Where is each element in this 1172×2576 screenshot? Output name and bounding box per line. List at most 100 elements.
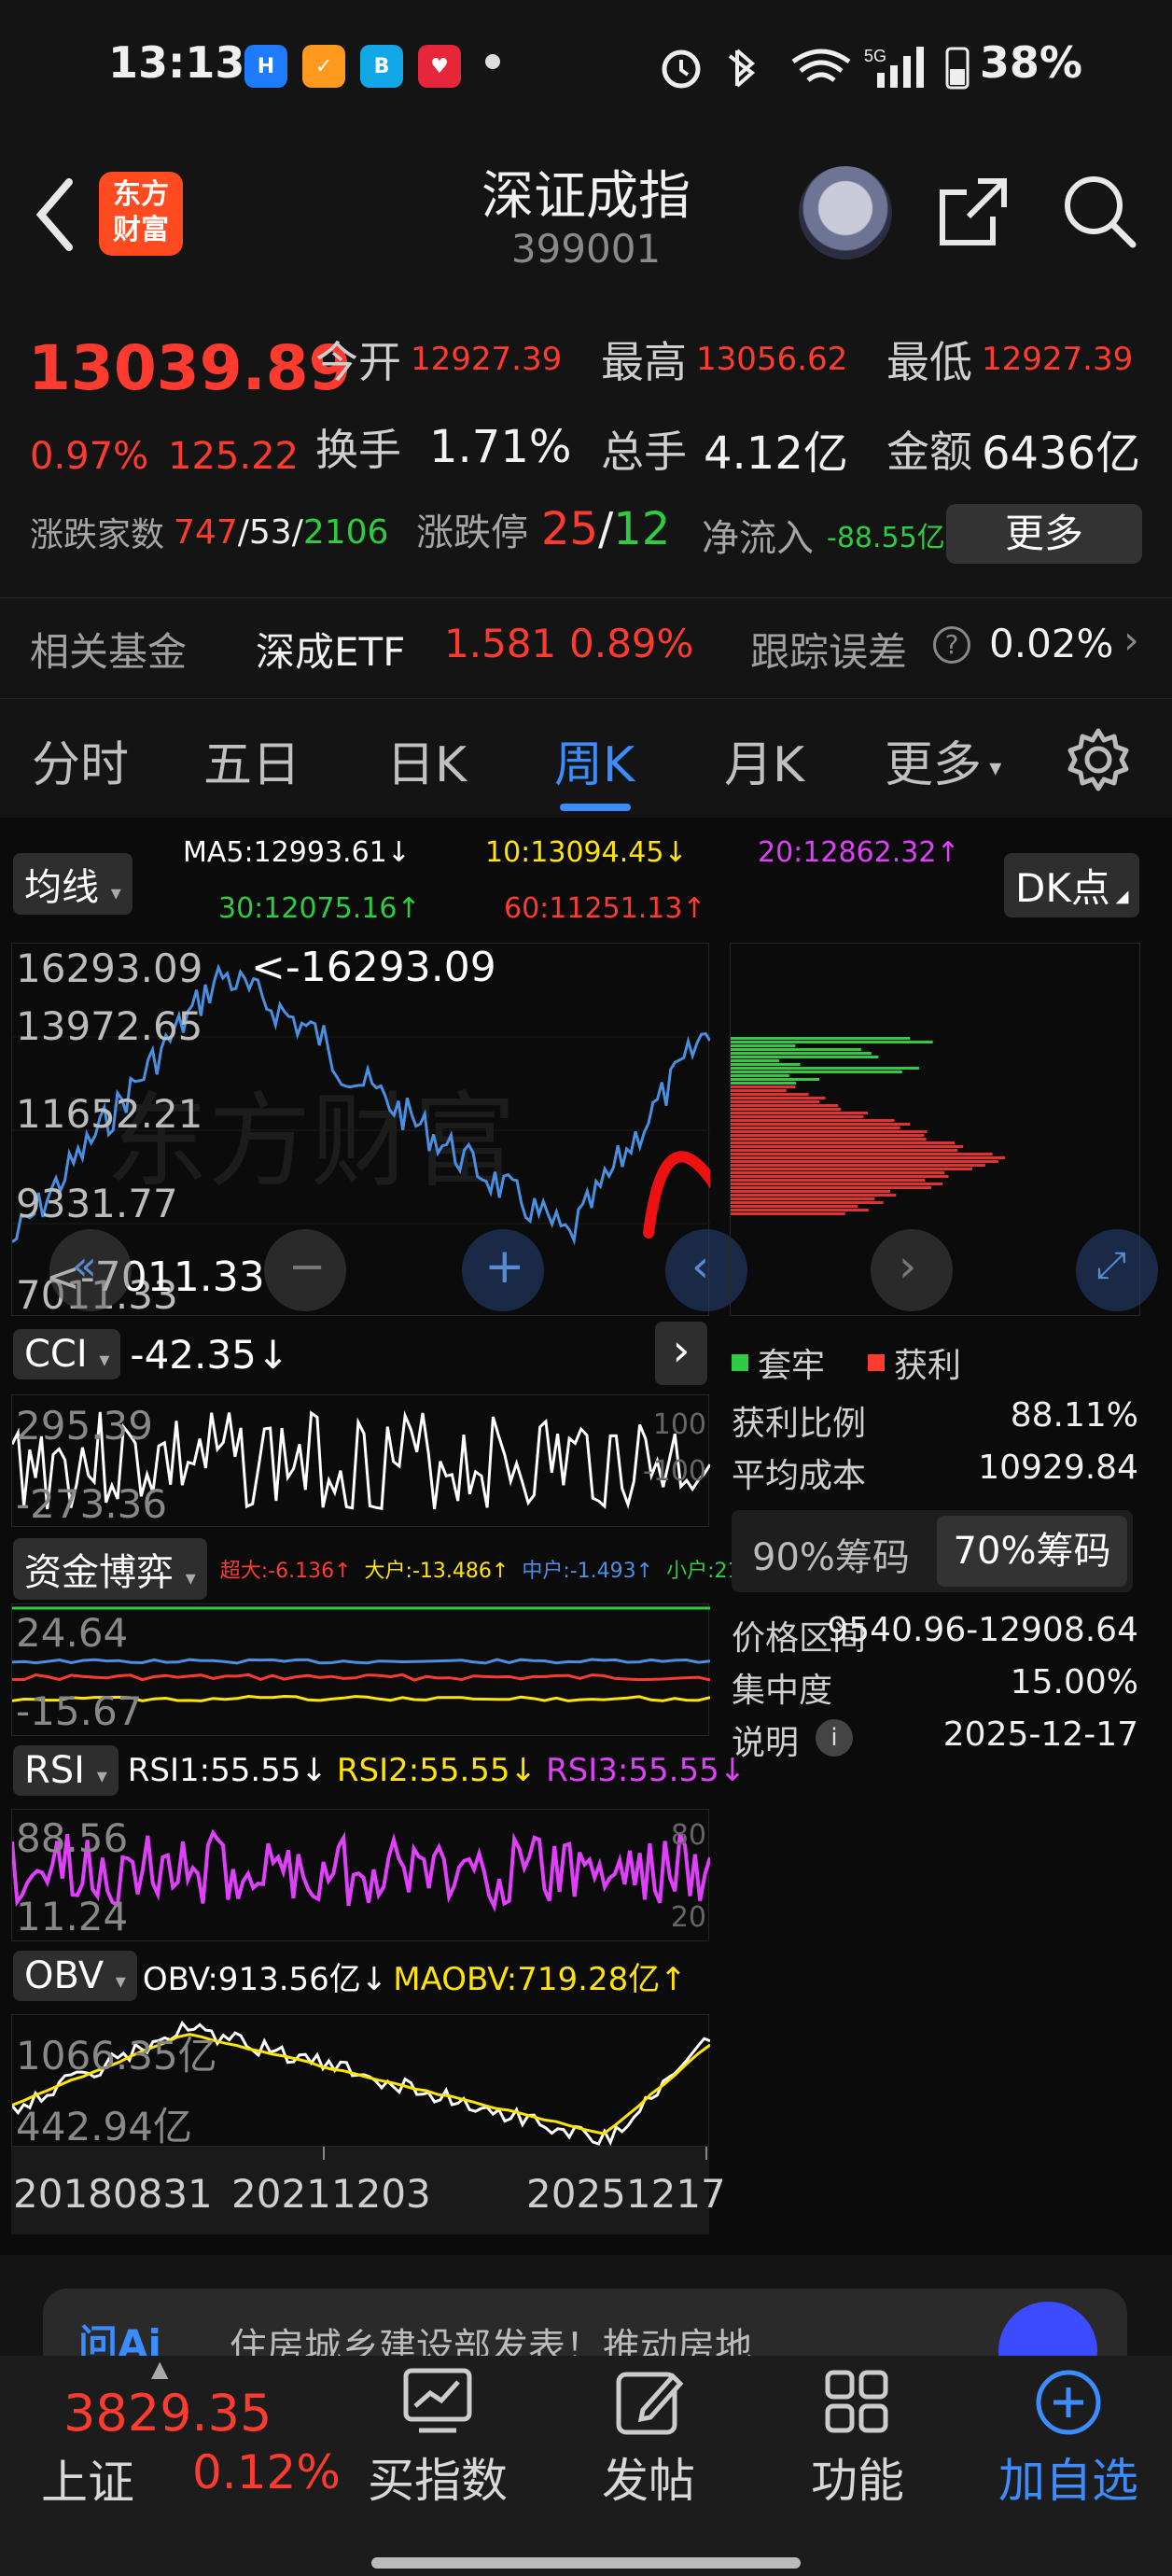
tab-weekly-k[interactable]: 周K [554,725,635,795]
fund-game-y-min: -15.67 [16,1688,143,1734]
x-label: 20180831 [13,2171,213,2217]
chip-bar [731,1212,845,1215]
breadth-label: 涨跌家数 [30,516,165,554]
chip-90-button[interactable]: 90%筹码 [752,1527,910,1581]
tab-monthly-k[interactable]: 月K [724,725,804,795]
chip-bar [731,1119,895,1122]
cci-selector[interactable]: CCI ▾ [13,1329,121,1379]
chip-bar [731,1056,879,1058]
status-time: 13:13 [108,37,245,88]
chip-bar [731,1041,933,1043]
collapse-caret-icon[interactable]: ▲ [151,2356,168,2382]
high-label: 最高 [601,337,687,387]
chart-zone: 均线 ▾ MA5:12993.61↓ 10:13094.45↓ 20:12862… [0,818,1172,2255]
tab-intraday[interactable]: 分时 [32,725,129,795]
chip-bar [731,1044,796,1047]
rsi-ref-lower: 20 [670,1901,706,1934]
chip-bar [731,1093,809,1096]
zoom-out-button[interactable]: − [264,1229,346,1311]
chip-bar [731,1127,900,1129]
chip-bar [731,1175,949,1178]
chip-next-button[interactable]: › [871,1229,953,1311]
share-icon[interactable] [937,175,1010,248]
nav-add-watchlist[interactable]: 加自选 [961,2356,1172,2511]
cci-ref-lower: -100 [642,1455,706,1488]
super-large-flow: 超大:-6.136↑ [219,1560,352,1583]
header: 东方 财富 深证成指 399001 [0,131,1172,294]
limit-down: 12 [613,503,671,555]
netflow-value: -88.55亿 [827,522,945,554]
grid-icon [825,2370,888,2433]
breadth-flat: 53 [248,512,292,552]
dk-label: DK点 [1015,865,1110,911]
turnover-value: 1.71% [429,421,572,473]
chip-bar [731,1115,864,1118]
ma30-value: 30:12075.16↑ [218,892,421,925]
chip-bar [731,1160,998,1163]
fund-price: 1.581 [444,621,557,666]
volume-label: 总手 [601,427,687,477]
ma10-value: 10:13094.45↓ [485,836,688,869]
volume-value: 4.12亿 [704,427,848,480]
search-icon[interactable] [1060,172,1138,250]
cci-chart: 295.39 -273.36 100 -100 [11,1394,710,1527]
chip-bar [731,1194,897,1197]
more-button[interactable]: 更多 [946,504,1142,564]
large-flow: 大户:-13.486↑ [364,1560,509,1583]
chip-bar [731,1149,958,1152]
dk-point-button[interactable]: DK点 ◢ [1004,853,1140,917]
chevron-right-icon: › [1123,617,1139,663]
main-price-chart[interactable]: 东方财富 16293.09 13972.65 11652.21 9331.77 … [11,943,747,1318]
chip-bar [731,1108,842,1111]
zoom-in-button[interactable]: + [462,1229,544,1311]
expand-indicator-button[interactable]: › [655,1322,707,1385]
chip-bar [731,1078,820,1081]
scroll-left-button[interactable]: « [49,1229,132,1311]
obv-selector[interactable]: OBV ▾ [13,1951,137,2001]
ma-selector[interactable]: 均线 ▾ [13,853,133,915]
chip-bar [731,1190,891,1193]
ai-assistant-icon[interactable] [799,166,892,259]
chart-trend-icon [403,2368,472,2433]
chip-bar [731,1209,869,1211]
related-fund-row[interactable]: 相关基金 深成ETF 1.581 0.89% 跟踪误差 ? 0.02% › [0,597,1172,691]
chip-bar [731,1123,911,1126]
fund-label: 相关基金 [30,629,188,675]
status-bar: 13:13 H ✓ B ♥ 5G 38% [0,0,1172,131]
chip-bar [731,1059,780,1062]
chip-bar [731,1134,925,1137]
y-label: 9331.77 [16,1181,178,1226]
chip-bar [731,1104,839,1107]
nav-label: 加自选 [998,2454,1138,2508]
concentration-value: 15.00% [1010,1663,1138,1701]
more-dot-icon [485,54,500,69]
maobv-value: MAOBV:719.28亿↑ [393,1960,687,1998]
settings-gear-icon[interactable] [1066,727,1131,792]
chip-bar [731,1197,875,1200]
index-pct: 0.12% [192,2445,341,2499]
cci-y-min: -273.36 [16,1481,168,1527]
app-notification-icon: ♥ [418,45,461,88]
chip-bar [731,1100,820,1103]
change-amount: 125.22 [168,435,299,478]
edit-icon [616,2372,684,2435]
chip-distribution[interactable]: › ⤢ [730,943,1158,1316]
chip-70-button[interactable]: 70%筹码 [937,1516,1127,1587]
x-axis: 20180831 20211203 20251217 [11,2147,726,2234]
tab-five-day[interactable]: 五日 [203,725,300,795]
chip-bar [731,1179,926,1182]
rsi3-value: RSI3:55.55↓ [546,1752,746,1789]
chip-bar [731,1074,789,1077]
nav-buy-index[interactable]: 买指数 [330,2356,545,2511]
tab-more[interactable]: 更多 ▾ [885,725,1001,795]
info-icon[interactable]: i [816,1719,853,1757]
nav-post[interactable]: 发帖 [541,2356,756,2511]
chip-bar [731,1153,993,1155]
fund-game-selector[interactable]: 资金博弈 ▾ [13,1538,207,1600]
tab-daily-k[interactable]: 日K [386,725,467,795]
rsi-selector[interactable]: RSI ▾ [13,1745,119,1796]
help-icon[interactable]: ? [933,626,970,664]
fullscreen-button[interactable]: ⤢ [1076,1229,1158,1311]
nav-functions[interactable]: 功能 [750,2356,965,2511]
y-label: 16293.09 [16,945,203,991]
